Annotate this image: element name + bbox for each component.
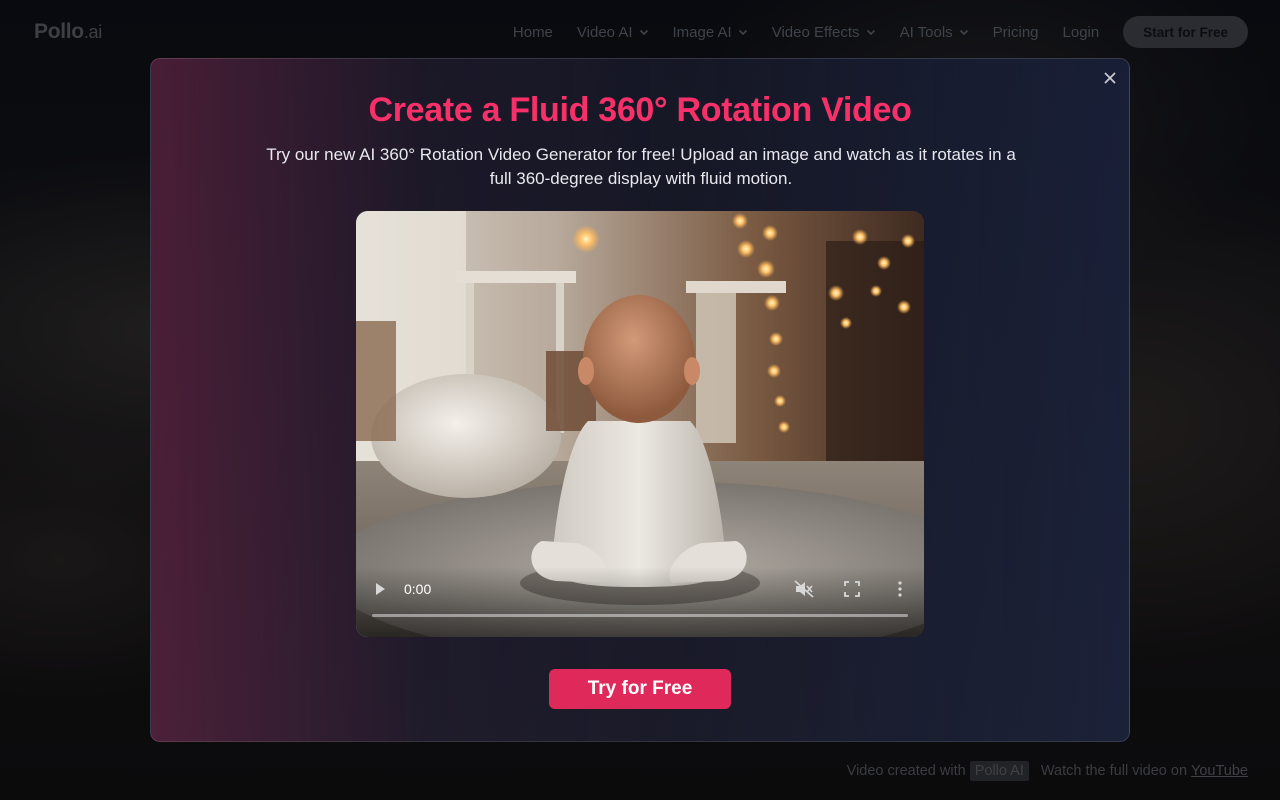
modal-description: Try our new AI 360° Rotation Video Gener… <box>266 145 1016 188</box>
nav-video-ai[interactable]: Video AI <box>577 24 649 41</box>
logo[interactable]: Pollo.ai <box>34 20 102 44</box>
nav-video-effects[interactable]: Video Effects <box>772 24 876 41</box>
close-icon <box>1104 72 1116 84</box>
chevron-down-icon <box>738 29 747 36</box>
logo-suffix: .ai <box>83 22 102 42</box>
fullscreen-icon[interactable] <box>843 580 861 598</box>
credit-prefix: Video created with <box>846 763 966 779</box>
nav-login[interactable]: Login <box>1063 24 1100 41</box>
chevron-down-icon <box>866 29 875 36</box>
video-controls: 0:00 <box>356 567 924 637</box>
chevron-down-icon <box>639 29 648 36</box>
nav-ai-tools-label: AI Tools <box>899 23 953 41</box>
site-header: Pollo.ai Home Video AI Image AI Video Ef… <box>0 0 1280 64</box>
nav-pricing-label: Pricing <box>992 23 1039 41</box>
nav-image-ai-label: Image AI <box>672 23 732 41</box>
promo-modal: Create a Fluid 360° Rotation Video Try o… <box>150 58 1130 742</box>
muted-speaker-icon[interactable] <box>794 580 814 598</box>
video-progress-bar[interactable] <box>372 614 908 617</box>
more-vertical-icon[interactable] <box>892 580 908 598</box>
nav-video-effects-label: Video Effects <box>771 23 860 41</box>
logo-main: Pollo <box>34 20 84 43</box>
try-for-free-button[interactable]: Try for Free <box>549 669 731 709</box>
nav-pricing[interactable]: Pricing <box>993 24 1039 41</box>
nav-home-label: Home <box>512 23 553 41</box>
nav-image-ai[interactable]: Image AI <box>673 24 748 41</box>
main-nav: Home Video AI Image AI Video Effects AI … <box>489 16 1248 48</box>
credit-watch-text: Watch the full video on <box>1040 763 1188 779</box>
video-credit: Video created with Pollo AI Watch the fu… <box>847 761 1248 781</box>
nav-home[interactable]: Home <box>513 24 553 41</box>
nav-video-ai-label: Video AI <box>576 23 633 41</box>
chevron-down-icon <box>959 29 968 36</box>
nav-login-label: Login <box>1062 23 1100 41</box>
credit-brand-chip[interactable]: Pollo AI <box>969 761 1029 781</box>
nav-ai-tools[interactable]: AI Tools <box>900 24 969 41</box>
video-player[interactable]: 0:00 <box>356 211 924 637</box>
close-button[interactable] <box>1099 67 1121 89</box>
play-icon[interactable] <box>372 581 388 597</box>
video-time: 0:00 <box>404 581 432 597</box>
start-for-free-button[interactable]: Start for Free <box>1123 16 1248 48</box>
youtube-link[interactable]: YouTube <box>1191 763 1248 779</box>
modal-title: Create a Fluid 360° Rotation Video <box>368 91 912 129</box>
